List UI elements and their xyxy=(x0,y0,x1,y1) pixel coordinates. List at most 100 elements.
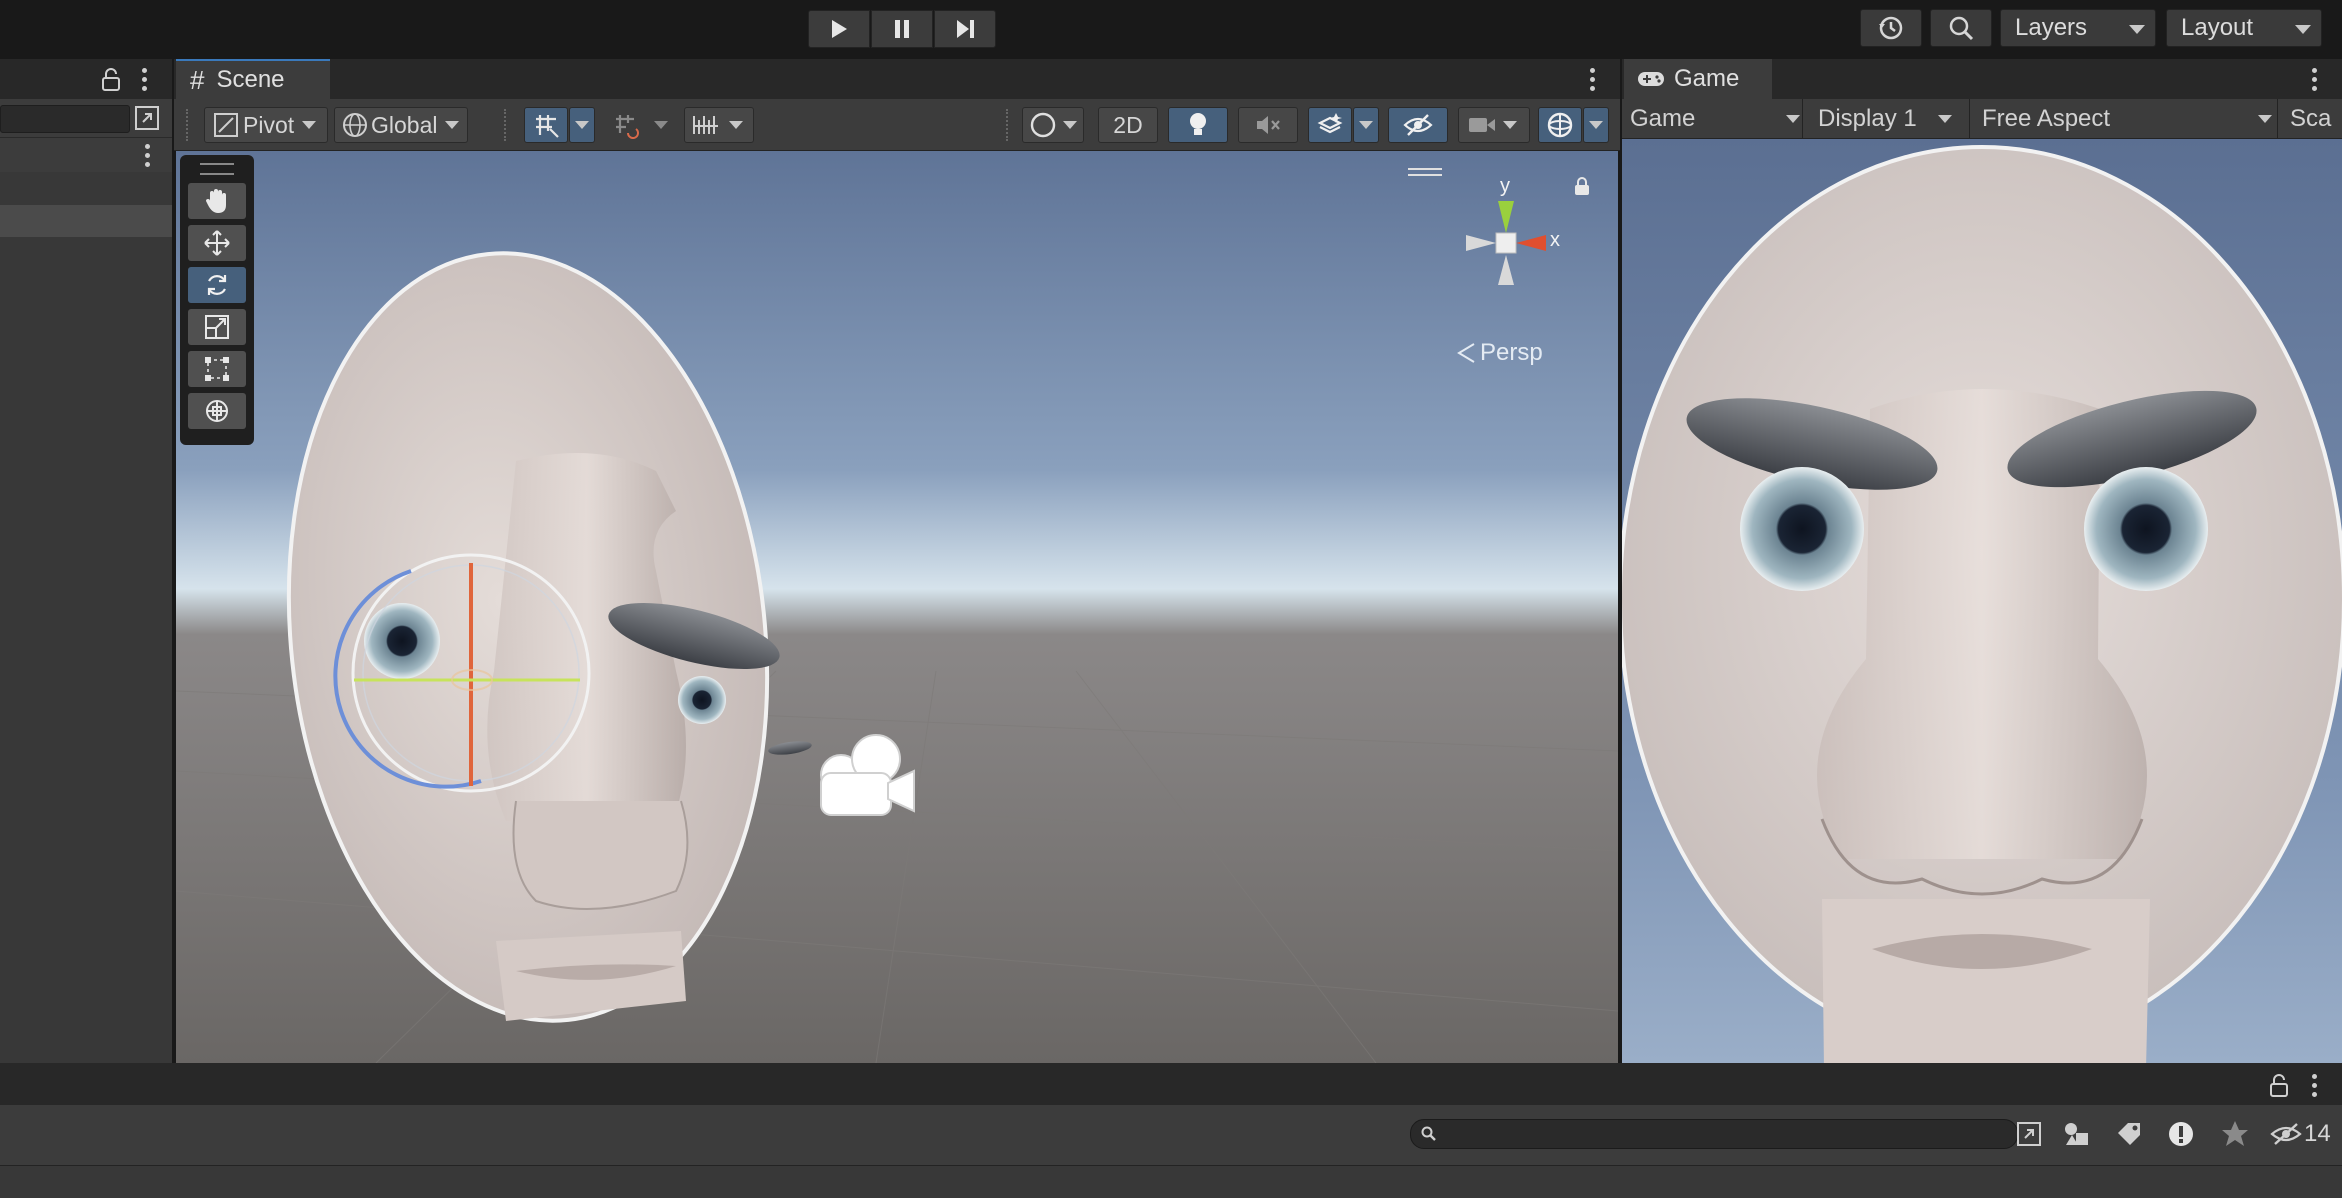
play-icon xyxy=(832,20,847,38)
tab-game[interactable]: Game xyxy=(1624,59,1772,99)
hierarchy-search-input[interactable] xyxy=(0,105,130,133)
scale-label: Sca xyxy=(2290,105,2332,132)
project-search-input[interactable] xyxy=(1410,1119,2018,1149)
more-options-icon[interactable] xyxy=(1590,68,1595,91)
search-icon xyxy=(1949,16,1974,41)
aspect-dropdown[interactable]: Free Aspect xyxy=(1972,99,2278,139)
rect-transform-icon xyxy=(205,357,229,381)
global-label: Global xyxy=(371,111,438,138)
scale-slider[interactable]: Sca xyxy=(2290,99,2342,139)
ruler-dropdown[interactable] xyxy=(684,107,754,143)
hidden-packages-toggle[interactable]: 14 xyxy=(2270,1117,2331,1151)
chevron-down-icon xyxy=(2295,25,2311,34)
display-dropdown[interactable]: Display 1 xyxy=(1804,99,1970,139)
filter-by-type-icon[interactable] xyxy=(2062,1119,2092,1149)
hand-icon xyxy=(206,189,226,213)
main-toolbar: Layers Layout xyxy=(0,0,2342,59)
search-button[interactable] xyxy=(1930,9,1992,47)
mute-icon xyxy=(1257,116,1280,134)
chevron-down-icon xyxy=(575,121,589,129)
grid-snap-dropdown[interactable] xyxy=(569,107,595,143)
layers-dropdown[interactable]: Layers xyxy=(2000,9,2156,47)
axis-orientation-gizmo[interactable]: y x xyxy=(1446,175,1566,315)
hierarchy-row-selected[interactable] xyxy=(0,205,172,237)
pivot-icon xyxy=(214,113,238,137)
grip-handle xyxy=(200,163,234,175)
pivot-dropdown[interactable]: Pivot xyxy=(204,107,328,143)
gamepad-icon xyxy=(1638,72,1664,86)
scale-tool-button[interactable] xyxy=(188,309,246,345)
shading-mode-dropdown[interactable] xyxy=(1022,107,1084,143)
scale-icon xyxy=(205,315,229,339)
increment-snap-dropdown[interactable] xyxy=(648,107,674,143)
play-button[interactable] xyxy=(808,10,870,48)
camera-icon xyxy=(1469,118,1495,132)
error-alert-icon[interactable] xyxy=(2166,1119,2196,1149)
effects-dropdown[interactable] xyxy=(1353,107,1379,143)
project-content xyxy=(0,1166,2342,1198)
label-tag-icon[interactable] xyxy=(2114,1119,2144,1149)
chevron-down-icon xyxy=(445,121,460,129)
2d-label: 2D xyxy=(1113,111,1143,138)
perspective-icon xyxy=(1457,343,1475,363)
global-dropdown[interactable]: Global xyxy=(334,107,468,143)
game-viewport xyxy=(1622,139,2342,1063)
pause-button[interactable] xyxy=(871,10,933,48)
gizmos-toggle[interactable] xyxy=(1538,107,1582,143)
chevron-down-icon xyxy=(729,121,743,129)
transform-tool-button[interactable] xyxy=(188,393,246,429)
persp-label: Persp xyxy=(1480,339,1543,366)
layout-dropdown[interactable]: Layout xyxy=(2166,9,2322,47)
pause-icon xyxy=(895,20,909,38)
axis-x-label: x xyxy=(1550,229,1560,251)
2d-toggle[interactable]: 2D xyxy=(1098,107,1158,143)
rect-tool-button[interactable] xyxy=(188,351,246,387)
camera-dropdown[interactable] xyxy=(1458,107,1530,143)
display-label: Display 1 xyxy=(1818,105,1917,132)
rotate-tool-button[interactable] xyxy=(188,267,246,303)
hand-tool-button[interactable] xyxy=(188,183,246,219)
eye-slash-icon xyxy=(1403,114,1433,136)
audio-toggle[interactable] xyxy=(1238,107,1298,143)
more-options-icon[interactable] xyxy=(2312,1074,2317,1097)
move-icon xyxy=(204,230,230,256)
move-tool-button[interactable] xyxy=(188,225,246,261)
axis-y-label: y xyxy=(1500,175,1510,197)
scene-visibility-toggle[interactable] xyxy=(1388,107,1448,143)
step-button[interactable] xyxy=(934,10,996,48)
chevron-down-icon xyxy=(2129,25,2145,34)
effects-toggle[interactable] xyxy=(1308,107,1352,143)
expand-icon[interactable] xyxy=(2016,1121,2042,1147)
game-view-dropdown[interactable]: Game xyxy=(1630,99,1803,139)
aspect-label: Free Aspect xyxy=(1982,105,2111,132)
scene-viewport[interactable]: y x Persp xyxy=(176,151,1618,1063)
lock-icon[interactable] xyxy=(1572,175,1592,197)
favorite-star-icon[interactable] xyxy=(2220,1119,2250,1149)
undo-history-button[interactable] xyxy=(1860,9,1922,47)
more-options-icon[interactable] xyxy=(142,68,147,91)
chevron-down-icon xyxy=(1786,115,1800,123)
scene-tab-label: Scene xyxy=(216,66,285,93)
game-toolbar: Game Display 1 Free Aspect Sca xyxy=(1622,99,2342,139)
history-icon xyxy=(1879,16,1903,40)
chevron-down-icon xyxy=(1938,115,1952,123)
tab-scene[interactable]: # Scene xyxy=(176,59,330,99)
projection-toggle[interactable]: Persp xyxy=(1456,339,1543,367)
project-toolbar: 14 xyxy=(0,1105,2342,1166)
effects-layers-icon xyxy=(1317,113,1343,134)
more-options-icon[interactable] xyxy=(2312,68,2317,91)
lock-icon[interactable] xyxy=(100,67,122,91)
game-view-label: Game xyxy=(1630,105,1696,132)
scene-tabbar: # Scene xyxy=(174,59,1620,99)
lighting-toggle[interactable] xyxy=(1168,107,1228,143)
grid-snap-toggle[interactable] xyxy=(524,107,568,143)
chevron-down-icon xyxy=(1589,121,1603,129)
grip-handle xyxy=(504,109,509,141)
hierarchy-scene-header[interactable] xyxy=(0,137,172,172)
gizmos-dropdown[interactable] xyxy=(1583,107,1609,143)
more-options-icon[interactable] xyxy=(145,144,150,167)
expand-icon[interactable] xyxy=(134,105,160,131)
lock-icon[interactable] xyxy=(2268,1073,2290,1097)
grid-hash-icon: # xyxy=(190,64,205,95)
increment-snap-toggle[interactable] xyxy=(604,107,648,143)
